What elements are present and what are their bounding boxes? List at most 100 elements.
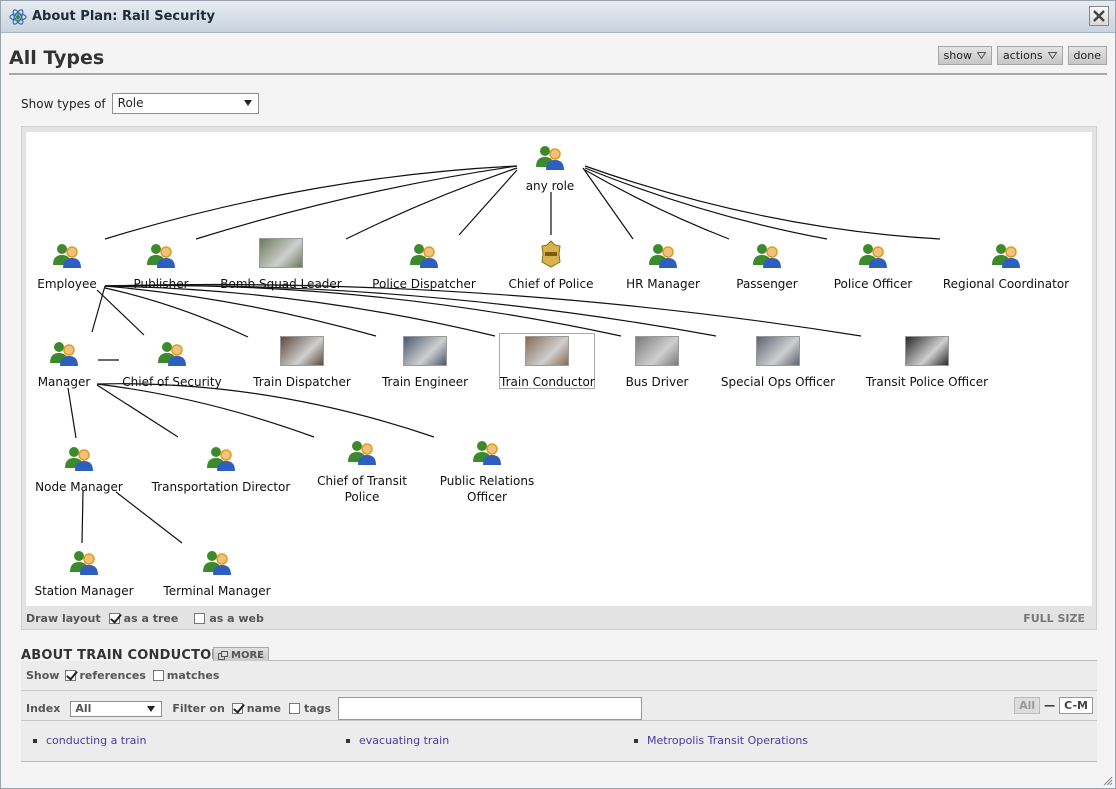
type-selector-row: Show types of Role — [21, 93, 259, 114]
reference-link[interactable]: evacuating train — [359, 734, 449, 747]
alpha-index: All — C-M — [1014, 697, 1093, 714]
graph-edge — [115, 491, 183, 544]
graph-node-label: any role — [525, 179, 575, 193]
photo-thumbnail — [905, 336, 949, 366]
close-button[interactable] — [1089, 6, 1109, 26]
graph-node-label: Chief of Transit Police — [317, 474, 407, 504]
show-label: Show — [26, 669, 60, 682]
references-label: references — [79, 669, 146, 682]
list-item[interactable]: evacuating train — [346, 734, 449, 747]
graph-node-transportation-director[interactable]: Transportation Director — [146, 441, 296, 495]
bullet — [33, 738, 37, 743]
tags-filter-label: tags — [303, 702, 332, 715]
graph-edge — [96, 383, 315, 438]
graph-edge — [91, 285, 106, 333]
graph-node-police-officer[interactable]: Police Officer — [798, 238, 948, 292]
actions-menu-button[interactable]: actions — [996, 46, 1063, 65]
graph-edge — [96, 384, 179, 438]
chevron-down-icon — [976, 52, 986, 59]
photo-thumbnail — [525, 336, 569, 366]
reference-link[interactable]: Metropolis Transit Operations — [647, 734, 808, 747]
photo-thumbnail — [635, 336, 679, 366]
expand-window-icon — [218, 650, 228, 660]
graph-node-label: Bomb Squad Leader — [220, 277, 342, 291]
show-menu-button[interactable]: show — [937, 46, 992, 65]
show-label: show — [943, 49, 972, 62]
tags-filter-checkbox[interactable] — [288, 703, 300, 714]
index-select[interactable]: All — [70, 700, 163, 717]
graph-edge — [96, 289, 145, 336]
graph-node-public-relations-officer[interactable]: Public Relations Officer — [437, 435, 537, 505]
list-item[interactable]: conducting a train — [33, 734, 146, 747]
page-header: All Types show actions done — [9, 39, 1107, 75]
graph-node-label: Police Officer — [833, 277, 913, 291]
matches-label: matches — [166, 669, 220, 682]
type-select-value: Role — [117, 96, 144, 110]
role-people-icon — [859, 244, 887, 268]
about-body: Show references matches Index All Filter… — [21, 661, 1097, 762]
graph-edge — [67, 387, 77, 439]
graph-node-transit-police-officer[interactable]: Transit Police Officer — [852, 336, 1002, 390]
graph-node-regional-coordinator[interactable]: Regional Coordinator — [931, 238, 1081, 292]
full-size-link[interactable]: FULL SIZE — [1023, 612, 1085, 625]
graph-edge — [584, 165, 941, 240]
graph-node-any-role[interactable]: any role — [475, 140, 625, 194]
bullet — [346, 738, 350, 743]
graph-node-label: Node Manager — [35, 480, 123, 494]
web-layout-checkbox[interactable] — [194, 613, 206, 624]
name-filter-checkbox[interactable] — [231, 703, 243, 714]
resize-grip-icon[interactable] — [1103, 776, 1113, 786]
type-select[interactable]: Role — [111, 93, 259, 114]
show-filter-row: Show references matches — [26, 669, 219, 682]
role-people-icon — [410, 244, 438, 268]
reference-link[interactable]: conducting a train — [46, 734, 146, 747]
index-select-value: All — [75, 701, 92, 715]
role-people-icon — [70, 551, 98, 575]
layout-options: Draw layout as a tree as a web — [26, 612, 264, 625]
graph-node-node-manager[interactable]: Node Manager — [26, 441, 154, 495]
role-people-icon — [53, 244, 81, 268]
graph-edge — [104, 287, 249, 338]
graph-node-label: Station Manager — [34, 584, 134, 598]
matches-checkbox[interactable] — [152, 670, 164, 681]
filter-input[interactable] — [338, 697, 643, 720]
divider — [21, 690, 1097, 691]
layout-label: Draw layout — [26, 612, 101, 625]
graph-node-label: Public Relations Officer — [439, 474, 535, 504]
chevron-down-icon — [147, 705, 156, 712]
type-hierarchy-graph[interactable]: any role Employee Publisher Bomb Squad Lead… — [26, 132, 1092, 606]
role-people-icon — [649, 244, 677, 268]
role-people-icon — [158, 342, 186, 366]
role-people-icon — [536, 146, 564, 170]
role-people-icon — [147, 244, 175, 268]
graph-node-bomb-squad-leader[interactable]: Bomb Squad Leader — [206, 238, 356, 292]
actions-label: actions — [1002, 49, 1043, 62]
references-checkbox[interactable] — [65, 670, 77, 681]
tree-layout-checkbox[interactable] — [108, 613, 120, 624]
done-button[interactable]: done — [1067, 46, 1107, 65]
graph-node-train-conductor[interactable]: Train Conductor — [499, 333, 595, 389]
graph-node-chief-of-security[interactable]: Chief of Security — [97, 336, 247, 390]
graph-edge — [104, 284, 717, 337]
header-buttons: show actions done — [937, 46, 1107, 65]
role-people-icon — [65, 447, 93, 471]
graph-node-label: Transit Police Officer — [865, 375, 989, 389]
graph-node-special-ops-officer[interactable]: Special Ops Officer — [703, 336, 853, 390]
filter-on-label: Filter on — [172, 702, 225, 715]
role-people-icon — [992, 244, 1020, 268]
photo-thumbnail — [756, 336, 800, 366]
graph-node-label: Train Conductor — [500, 375, 595, 389]
close-icon — [1093, 10, 1105, 22]
role-people-icon — [753, 244, 781, 268]
graph-node-chief-of-transit-police[interactable]: Chief of Transit Police — [312, 435, 412, 505]
graph-node-train-engineer[interactable]: Train Engineer — [350, 336, 500, 390]
graph-node-label: Train Engineer — [381, 375, 469, 389]
list-item[interactable]: Metropolis Transit Operations — [634, 734, 808, 747]
atom-app-icon — [9, 9, 27, 25]
graph-node-terminal-manager[interactable]: Terminal Manager — [142, 545, 292, 599]
alpha-all-button[interactable]: All — [1014, 697, 1041, 714]
graph-node-station-manager[interactable]: Station Manager — [26, 545, 159, 599]
title-bar: About Plan: Rail Security — [1, 1, 1115, 33]
alpha-cm-button[interactable]: C-M — [1059, 697, 1093, 714]
name-filter-label: name — [246, 702, 281, 715]
